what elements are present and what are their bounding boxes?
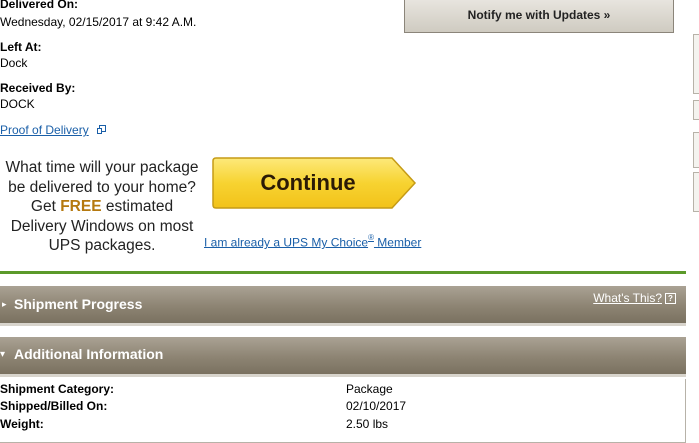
promo-line-1: What time will your package [5, 159, 199, 176]
collapsed-arrow-icon: ▸ [2, 299, 7, 309]
shipped-billed-label: Shipped/Billed On: [0, 399, 108, 413]
promo-line-2: be delivered to your home? [8, 178, 196, 196]
notify-updates-button[interactable]: Notify me with Updates » [404, 0, 674, 33]
shipment-progress-header[interactable]: ▸ Shipment Progress What's This? ? [0, 286, 686, 326]
additional-information-title: Additional Information [14, 346, 164, 362]
promo-line-4: Delivery Windows on most [10, 217, 194, 235]
received-by-value: DOCK [0, 97, 35, 111]
delivered-on-label: Delivered On: [0, 0, 79, 11]
left-at-value: Dock [0, 56, 28, 70]
right-rail-panel [693, 132, 699, 168]
weight-value: 2.50 lbs [346, 417, 389, 431]
proof-of-delivery-link[interactable]: Proof of Delivery [0, 121, 107, 139]
section-divider [0, 271, 686, 274]
shipment-progress-title: Shipment Progress [14, 296, 143, 312]
right-rail-panel [693, 172, 699, 212]
continue-label: Continue [260, 170, 356, 195]
shipment-category-value: Package [346, 382, 393, 396]
delivered-on-value: Wednesday, 02/15/2017 at 9:42 A.M. [0, 15, 197, 29]
proof-of-delivery-label[interactable]: Proof of Delivery [0, 123, 89, 137]
free-highlight: FREE [60, 198, 102, 215]
whats-this-link[interactable]: What's This? [593, 291, 662, 305]
shipment-category-label: Shipment Category: [0, 382, 115, 396]
additional-info-table: Shipment Category: Package Shipped/Bille… [0, 379, 686, 443]
weight-label: Weight: [0, 417, 44, 431]
help-icon[interactable]: ? [665, 293, 676, 304]
my-choice-member-link[interactable]: I am already a UPS My Choice® Member [204, 233, 421, 251]
popup-window-icon [97, 121, 107, 139]
expanded-arrow-icon: ▾ [0, 349, 6, 360]
promo-line-3: Get FREE estimated [30, 198, 174, 215]
shipped-billed-value: 02/10/2017 [346, 399, 407, 413]
right-rail-panel [693, 34, 699, 94]
continue-button[interactable]: Continue [212, 157, 417, 209]
left-at-label: Left At: [0, 40, 42, 54]
right-rail-panel [693, 100, 699, 120]
additional-information-header[interactable]: ▾ Additional Information [0, 337, 686, 377]
promo-line-5: UPS packages. [48, 237, 156, 254]
received-by-label: Received By: [0, 81, 76, 95]
my-choice-promo: What time will your package be delivered… [0, 158, 204, 256]
